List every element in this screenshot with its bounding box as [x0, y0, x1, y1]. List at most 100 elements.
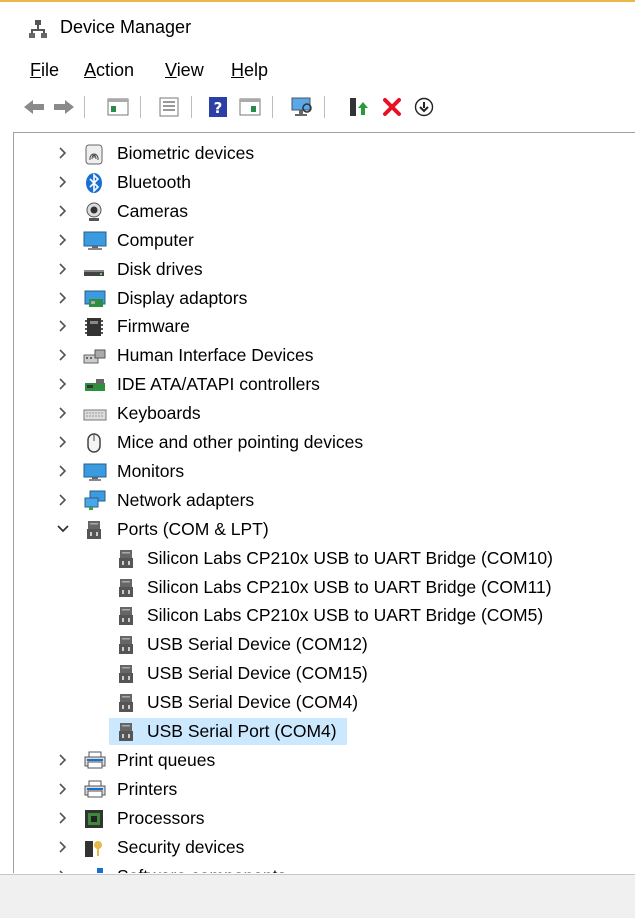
display-adapter-icon: [83, 288, 106, 310]
fingerprint-icon: [83, 143, 105, 165]
tree-node-label: Disk drives: [117, 258, 203, 279]
tree-node-label: Processors: [117, 807, 205, 828]
printer-icon: [83, 779, 106, 801]
tree-node-label: IDE ATA/ATAPI controllers: [117, 374, 320, 395]
forward-icon[interactable]: [52, 95, 76, 119]
chevron-right-icon[interactable]: [56, 174, 70, 190]
tree-node[interactable]: Biometric devices: [14, 139, 635, 168]
tree-node[interactable]: Processors: [14, 804, 635, 833]
toolbar-separator: [272, 96, 273, 118]
tree-node[interactable]: Display adaptors: [14, 284, 635, 313]
device-tree[interactable]: Biometric devices Bluetooth Cameras Compute…: [13, 132, 635, 873]
uninstall-icon[interactable]: [380, 95, 404, 119]
menu-bar: File Action View Help: [0, 52, 635, 88]
toolbar-separator: [140, 96, 141, 118]
port-icon: [115, 721, 137, 743]
chevron-down-icon[interactable]: [56, 521, 70, 537]
tree-node-label: Keyboards: [117, 403, 201, 424]
port-icon: [115, 605, 137, 627]
tree-child-node[interactable]: USB Serial Device (COM15): [14, 659, 635, 688]
help-icon[interactable]: ?: [206, 95, 230, 119]
chevron-right-icon[interactable]: [56, 405, 70, 421]
tree-node-label: Printers: [117, 778, 178, 799]
chevron-right-icon[interactable]: [56, 868, 70, 873]
chevron-right-icon[interactable]: [56, 434, 70, 450]
tree-node[interactable]: Monitors: [14, 457, 635, 486]
properties-icon[interactable]: [157, 95, 181, 119]
monitor-icon: [83, 461, 107, 483]
menu-action-label: ction: [96, 60, 135, 80]
tree-node-label: Print queues: [117, 749, 216, 770]
chevron-right-icon[interactable]: [56, 290, 70, 306]
tree-node[interactable]: Keyboards: [14, 399, 635, 428]
tree-node[interactable]: Mice and other pointing devices: [14, 428, 635, 457]
hid-icon: [83, 345, 106, 367]
tree-node-label: Firmware: [117, 316, 190, 337]
tree-child-label: USB Serial Port (COM4): [147, 721, 337, 741]
menu-view-accesskey: V: [165, 60, 177, 80]
tree-node[interactable]: Computer: [14, 226, 635, 255]
tree-node[interactable]: Disk drives: [14, 255, 635, 284]
tree-node[interactable]: IDE ATA/ATAPI controllers: [14, 370, 635, 399]
menu-view[interactable]: View: [165, 60, 204, 81]
status-bar: [0, 874, 635, 918]
menu-file[interactable]: File: [30, 60, 59, 81]
tree-node-label: Computer: [117, 229, 194, 250]
tree-child-node[interactable]: Silicon Labs CP210x USB to UART Bridge (…: [14, 544, 635, 573]
download-icon[interactable]: [412, 95, 436, 119]
chevron-right-icon[interactable]: [56, 492, 70, 508]
show-hidden-icon[interactable]: [238, 95, 262, 119]
tree-child-node[interactable]: USB Serial Device (COM12): [14, 630, 635, 659]
chevron-right-icon[interactable]: [56, 781, 70, 797]
tree-child-node[interactable]: Silicon Labs CP210x USB to UART Bridge (…: [14, 573, 635, 602]
chevron-right-icon[interactable]: [56, 463, 70, 479]
toolbar: ?: [0, 88, 635, 128]
tree-node[interactable]: Ports (COM & LPT): [14, 515, 635, 544]
disk-drive-icon: [83, 259, 105, 281]
properties-pane-icon[interactable]: [106, 95, 130, 119]
chevron-right-icon[interactable]: [56, 347, 70, 363]
tree-node[interactable]: Network adapters: [14, 486, 635, 515]
chevron-right-icon[interactable]: [56, 261, 70, 277]
chevron-right-icon[interactable]: [56, 839, 70, 855]
svg-text:?: ?: [214, 99, 223, 117]
back-icon[interactable]: [22, 95, 46, 119]
tree-node[interactable]: Printers: [14, 775, 635, 804]
menu-action[interactable]: Action: [84, 60, 134, 81]
chevron-right-icon[interactable]: [56, 203, 70, 219]
tree-node-label: Software components: [117, 866, 286, 874]
tree-child-node[interactable]: USB Serial Device (COM4): [14, 688, 635, 717]
security-device-icon: [83, 837, 105, 859]
tree-node-label: Biometric devices: [117, 143, 255, 163]
tree-child-node[interactable]: Silicon Labs CP210x USB to UART Bridge (…: [14, 601, 635, 630]
tree-node[interactable]: Cameras: [14, 197, 635, 226]
chevron-right-icon[interactable]: [56, 318, 70, 334]
keyboard-icon: [83, 403, 107, 425]
tree-node[interactable]: Print queues: [14, 746, 635, 775]
tree-node[interactable]: Software components: [14, 862, 635, 874]
tree-child-label: Silicon Labs CP210x USB to UART Bridge (…: [147, 547, 553, 568]
scan-hardware-icon[interactable]: [290, 95, 314, 119]
tree-node[interactable]: Firmware: [14, 312, 635, 341]
toolbar-separator: [84, 96, 85, 118]
toolbar-separator: [324, 96, 325, 118]
tree-child-node[interactable]: USB Serial Port (COM4): [14, 717, 635, 746]
tree-node[interactable]: Human Interface Devices: [14, 341, 635, 370]
tree-node[interactable]: Security devices: [14, 833, 635, 862]
chevron-right-icon[interactable]: [56, 232, 70, 248]
menu-help[interactable]: Help: [231, 60, 268, 81]
update-driver-icon[interactable]: [346, 95, 370, 119]
tree-node[interactable]: Bluetooth: [14, 168, 635, 197]
chevron-right-icon[interactable]: [56, 376, 70, 392]
mouse-icon: [83, 432, 105, 454]
menu-file-label: ile: [41, 60, 60, 80]
chevron-right-icon[interactable]: [56, 145, 70, 161]
tree-node-label: Monitors: [117, 460, 185, 481]
tree-node-label: Ports (COM & LPT): [117, 518, 269, 539]
tree-child-label: Silicon Labs CP210x USB to UART Bridge (…: [147, 576, 552, 597]
tree-child-label: USB Serial Device (COM4): [147, 692, 359, 713]
chevron-right-icon[interactable]: [56, 810, 70, 826]
software-component-icon: [83, 866, 105, 873]
chevron-right-icon[interactable]: [56, 752, 70, 768]
port-icon: [115, 663, 137, 685]
